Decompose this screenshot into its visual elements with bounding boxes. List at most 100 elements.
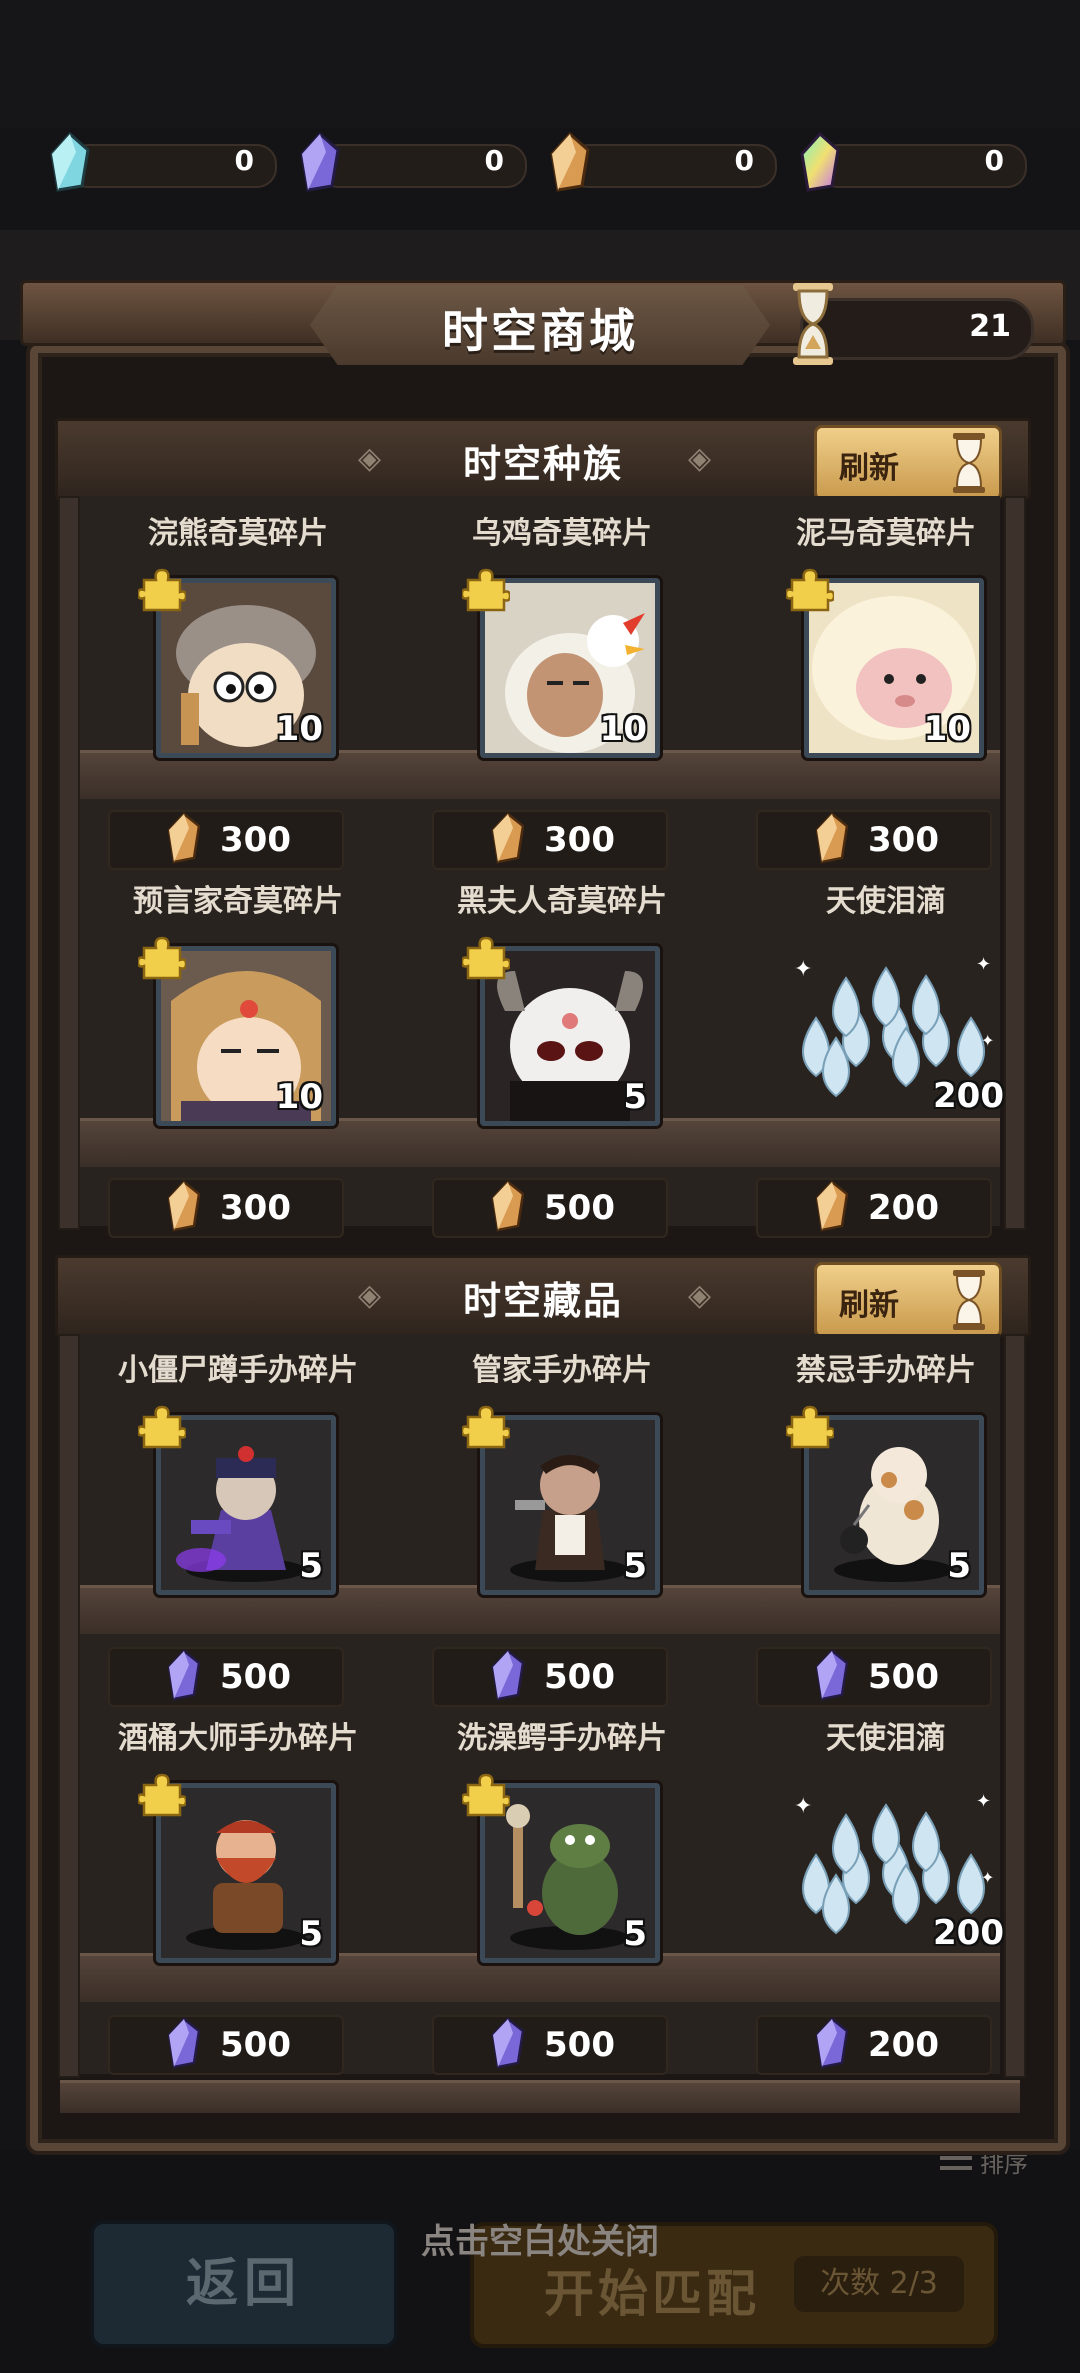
puzzle-piece-icon: [136, 1403, 188, 1451]
price-button[interactable]: 300: [432, 810, 668, 870]
shop-item[interactable]: 黑夫人奇莫碎片 5 500: [412, 876, 712, 1246]
gold-crystal-icon: [490, 1180, 526, 1232]
section-header-collection: ◈ 时空藏品 ◈ 刷新: [55, 1255, 1031, 1338]
price-button[interactable]: 500: [756, 1647, 992, 1707]
price-button[interactable]: 500: [432, 1647, 668, 1707]
item-price: 300: [220, 820, 291, 860]
puzzle-piece-icon: [460, 1403, 512, 1451]
item-price: 500: [544, 1657, 615, 1697]
currency-purple[interactable]: 0: [298, 132, 527, 192]
item-price: 500: [544, 1188, 615, 1228]
item-quantity: 10: [275, 1077, 323, 1117]
currency-cyan[interactable]: 0: [48, 132, 277, 192]
shop-item[interactable]: 禁忌手办碎片 5 500: [736, 1345, 1036, 1715]
shelf-post: [58, 1334, 80, 2078]
price-button[interactable]: 500: [108, 1647, 344, 1707]
shop-item[interactable]: 浣熊奇莫碎片 10 300: [88, 508, 388, 878]
item-quantity: 10: [275, 709, 323, 749]
item-quantity: 5: [623, 1914, 647, 1954]
purple-crystal-icon: [490, 2017, 526, 2069]
hourglass-count: 21: [969, 309, 1011, 344]
cyan-crystal-icon: [50, 132, 90, 192]
price-button[interactable]: 500: [432, 1178, 668, 1238]
shop-item[interactable]: 天使泪滴 ✦ ✦ ✦ 200 200: [736, 876, 1036, 1246]
price-button[interactable]: 300: [108, 810, 344, 870]
price-button[interactable]: 300: [756, 810, 992, 870]
purple-crystal-icon: [166, 2017, 202, 2069]
item-name: 天使泪滴: [826, 1721, 946, 1756]
purple-crystal-icon: [814, 1649, 850, 1701]
item-price: 500: [220, 2025, 291, 2065]
gold-crystal-icon: [490, 812, 526, 864]
item-name: 浣熊奇莫碎片: [148, 516, 328, 551]
shop-item[interactable]: 管家手办碎片 5 500: [412, 1345, 712, 1715]
item-name: 禁忌手办碎片: [796, 1353, 976, 1388]
price-button[interactable]: 500: [108, 2015, 344, 2075]
ornament-right-icon: ◈: [688, 1278, 712, 1313]
item-price: 300: [544, 820, 615, 860]
refresh-button[interactable]: 刷新: [814, 1262, 1002, 1338]
item-name: 乌鸡奇莫碎片: [472, 516, 652, 551]
gold-crystal-icon: [814, 812, 850, 864]
angel-tears-icon: ✦ ✦ ✦ 200: [776, 1773, 1006, 1953]
price-button[interactable]: 200: [756, 1178, 992, 1238]
puzzle-piece-icon: [460, 566, 512, 614]
hourglass-icon: [793, 283, 833, 365]
shop-item[interactable]: 乌鸡奇莫碎片 10 300: [412, 508, 712, 878]
svg-text:✦: ✦: [794, 957, 812, 982]
refresh-label: 刷新: [839, 451, 899, 486]
currency-rainbow[interactable]: 0: [798, 132, 1027, 192]
item-name: 洗澡鳄手办碎片: [457, 1721, 667, 1756]
item-name: 管家手办碎片: [472, 1353, 652, 1388]
svg-text:✦: ✦: [976, 1791, 991, 1812]
currency-value: 0: [734, 144, 754, 177]
hourglass-icon: [953, 433, 985, 493]
purple-crystal-icon: [814, 2017, 850, 2069]
item-name: 天使泪滴: [826, 884, 946, 919]
item-name: 泥马奇莫碎片: [796, 516, 976, 551]
match-count-badge: 次数 2/3: [794, 2256, 964, 2312]
hourglass-icon: [953, 1270, 985, 1330]
shelf-bottom: [60, 2080, 1020, 2113]
item-quantity: 5: [623, 1546, 647, 1586]
currency-gold[interactable]: 0: [548, 132, 777, 192]
item-price: 500: [868, 1657, 939, 1697]
shop-item[interactable]: 泥马奇莫碎片 10 300: [736, 508, 1036, 878]
item-quantity: 200: [933, 1913, 1004, 1953]
start-match-label: 开始匹配: [544, 2265, 760, 2323]
purple-crystal-icon: [300, 132, 340, 192]
puzzle-piece-icon: [136, 934, 188, 982]
item-name: 预言家奇莫碎片: [133, 884, 343, 919]
gold-crystal-icon: [814, 1180, 850, 1232]
puzzle-piece-icon: [136, 1771, 188, 1819]
shop-item[interactable]: 洗澡鳄手办碎片 5 500: [412, 1713, 712, 2083]
item-price: 300: [220, 1188, 291, 1228]
svg-text:✦: ✦: [981, 1868, 994, 1887]
puzzle-piece-icon: [460, 934, 512, 982]
shop-item[interactable]: 小僵尸蹲手办碎片 5 500: [88, 1345, 388, 1715]
price-button[interactable]: 500: [432, 2015, 668, 2075]
shelf-post: [58, 496, 80, 1230]
shop-title: 时空商城: [442, 304, 638, 358]
gold-crystal-icon: [550, 132, 590, 192]
price-button[interactable]: 200: [756, 2015, 992, 2075]
shop-item[interactable]: 天使泪滴 ✦ ✦ ✦ 200 200: [736, 1713, 1036, 2083]
item-price: 500: [544, 2025, 615, 2065]
svg-text:✦: ✦: [976, 954, 991, 975]
refresh-label: 刷新: [839, 1288, 899, 1323]
shop-item[interactable]: 预言家奇莫碎片 10 300: [88, 876, 388, 1246]
price-button[interactable]: 300: [108, 1178, 344, 1238]
refresh-button[interactable]: 刷新: [814, 425, 1002, 501]
hourglass-counter: 21: [793, 283, 1034, 365]
item-price: 200: [868, 2025, 939, 2065]
puzzle-piece-icon: [784, 566, 836, 614]
item-quantity: 5: [947, 1546, 971, 1586]
item-quantity: 10: [923, 709, 971, 749]
item-quantity: 10: [599, 709, 647, 749]
item-price: 500: [220, 1657, 291, 1697]
svg-text:✦: ✦: [981, 1031, 994, 1050]
shop-item[interactable]: 酒桶大师手办碎片 5 500: [88, 1713, 388, 2083]
item-name: 酒桶大师手办碎片: [118, 1721, 358, 1756]
item-quantity: 5: [299, 1546, 323, 1586]
item-quantity: 5: [299, 1914, 323, 1954]
